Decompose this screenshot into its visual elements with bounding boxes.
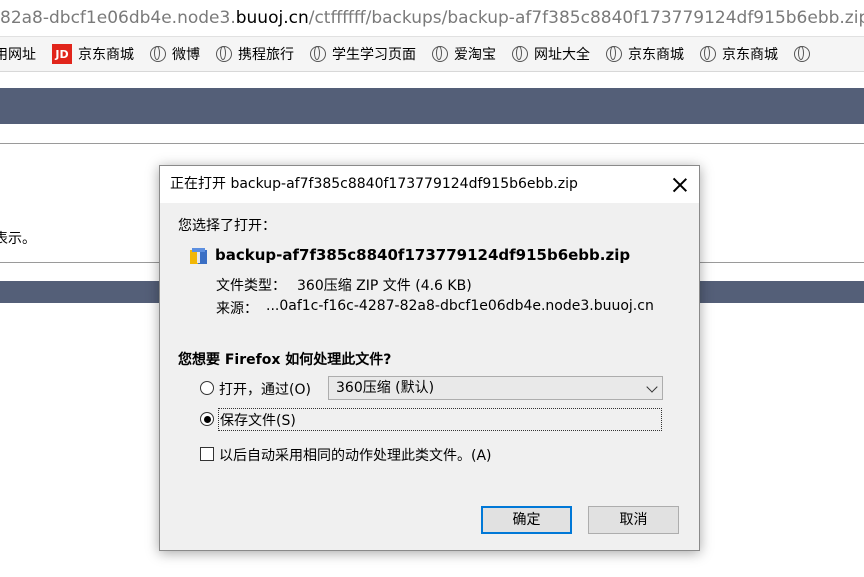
dialog-titlebar: 正在打开 backup-af7f385c8840f173779124df915b… [160,166,699,203]
save-file-radio[interactable] [200,412,214,426]
globe-icon [150,46,166,62]
globe-icon [700,46,716,62]
page-divider [0,143,864,144]
open-with-app-select[interactable]: 360压缩 (默认) [328,376,663,400]
bookmark-item[interactable]: 京东商城 [700,44,778,64]
handling-question: 您想要 Firefox 如何处理此文件? [178,352,392,368]
bookmark-label: 微博 [172,47,200,63]
bookmark-label: 携程旅行 [238,47,294,63]
open-with-label[interactable]: 打开，通过(O) [219,379,311,399]
bookmark-label: 用网址 [0,47,36,63]
page-text-fragment: 表示。 [0,231,36,247]
url-prefix: 82a8-dbcf1e06db4e.node3. [0,8,236,28]
url-path: /ctffffff/backups/backup-af7f385c8840f17… [308,8,864,28]
globe-icon [606,46,622,62]
dialog-title: 正在打开 backup-af7f385c8840f173779124df915b… [170,176,578,192]
download-dialog: 正在打开 backup-af7f385c8840f173779124df915b… [159,165,700,551]
save-file-option[interactable]: 保存文件(S) [218,408,662,431]
bookmarks-bar: 用网址 JD 京东商城 微博 携程旅行 学生学习页面 爱淘宝 网址大全 京东商城… [0,37,864,72]
bookmark-label: 京东商城 [722,47,778,63]
bookmark-item[interactable]: 爱淘宝 [432,44,496,64]
auto-action-checkbox[interactable] [200,447,214,461]
bookmark-item[interactable]: 学生学习页面 [310,44,416,64]
save-file-label: 保存文件(S) [220,413,296,429]
bookmark-item[interactable]: 网址大全 [512,44,590,64]
page-header-band [0,88,864,124]
bookmark-label: 网址大全 [534,47,590,63]
globe-icon [310,46,326,62]
open-with-radio[interactable] [200,381,214,395]
source-value: ...0af1c-f16c-4287-82a8-dbcf1e06db4e.nod… [266,298,654,314]
auto-action-label[interactable]: 以后自动采用相同的动作处理此类文件。(A) [219,445,492,465]
globe-icon [432,46,448,62]
bookmark-item[interactable]: 京东商城 [606,44,684,64]
globe-icon [512,46,528,62]
close-icon[interactable] [669,174,691,196]
zip-file-icon [190,248,207,264]
ok-button[interactable]: 确定 [481,506,572,534]
bookmark-item[interactable] [794,46,816,62]
file-type-value: 360压缩 ZIP 文件 (4.6 KB) [297,278,472,294]
source-label: 来源： [216,301,258,317]
cancel-button[interactable]: 取消 [588,506,679,534]
jd-logo-icon: JD [52,44,72,64]
file-name: backup-af7f385c8840f173779124df915b6ebb.… [215,246,631,264]
bookmark-item[interactable]: 用网址 [0,44,36,64]
globe-icon [794,46,810,62]
url-host: buuoj.cn [235,8,309,28]
open-with-app-value: 360压缩 (默认) [336,380,435,396]
globe-icon [216,46,232,62]
address-bar[interactable]: 82a8-dbcf1e06db4e.node3.buuoj.cn/ctfffff… [0,0,864,37]
chevron-down-icon [646,381,658,393]
bookmark-item[interactable]: 微博 [150,44,200,64]
bookmark-item[interactable]: 携程旅行 [216,44,294,64]
chosen-label: 您选择了打开： [178,218,276,234]
bookmark-item[interactable]: JD 京东商城 [52,44,134,64]
bookmark-label: 学生学习页面 [332,47,416,63]
file-type-label: 文件类型： [216,278,286,294]
bookmark-label: 爱淘宝 [454,47,496,63]
bookmark-label: 京东商城 [78,47,134,63]
bookmark-label: 京东商城 [628,47,684,63]
